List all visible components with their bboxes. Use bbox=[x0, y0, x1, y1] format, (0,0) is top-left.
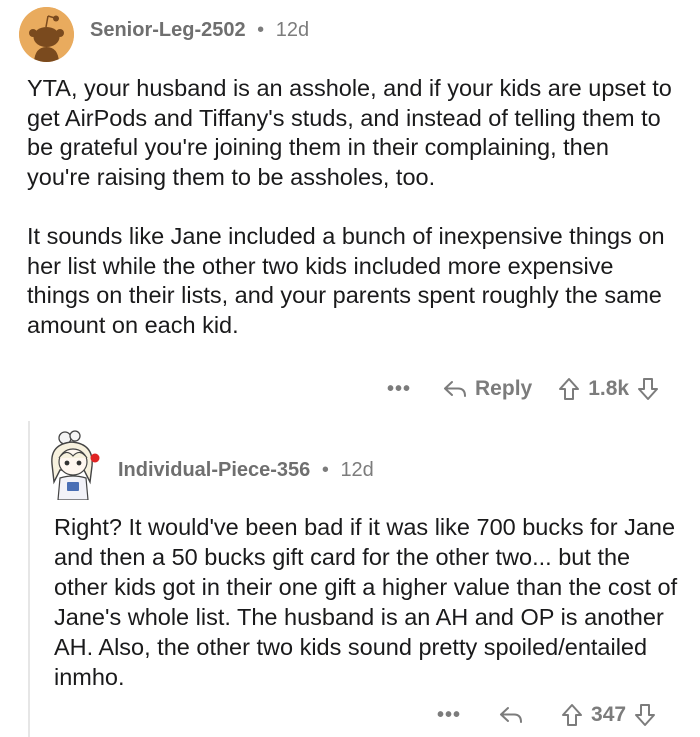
comment-paragraph: It sounds like Jane included a bunch of … bbox=[27, 223, 665, 338]
reply-label: Reply bbox=[475, 377, 533, 400]
vote-controls: 347 bbox=[561, 703, 656, 727]
comment-paragraph: YTA, your husband is an asshole, and if … bbox=[27, 75, 672, 190]
reply-button[interactable] bbox=[499, 705, 531, 725]
comment-actions: ••• 347 bbox=[437, 703, 656, 727]
comment-body: YTA, your husband is an asshole, and if … bbox=[27, 74, 677, 370]
user-avatar[interactable] bbox=[19, 7, 74, 62]
vote-controls: 1.8k bbox=[558, 377, 659, 401]
comment-meta: Senior-Leg-2502 • 12d bbox=[90, 19, 309, 42]
vote-score: 1.8k bbox=[588, 377, 630, 400]
thread-line[interactable] bbox=[28, 421, 30, 737]
comment-body: Right? It would've been bad if it was li… bbox=[54, 512, 684, 692]
snoo-avatar-icon bbox=[19, 7, 74, 62]
anime-character-avatar-icon bbox=[51, 430, 100, 501]
more-options-button[interactable]: ••• bbox=[387, 378, 411, 401]
vote-score: 347 bbox=[591, 703, 627, 726]
reply-arrow-icon bbox=[444, 381, 467, 397]
author-name[interactable]: Individual-Piece-356 bbox=[118, 459, 310, 481]
downvote-icon[interactable] bbox=[634, 703, 656, 727]
comment-age: 12d bbox=[275, 19, 310, 41]
upvote-icon[interactable] bbox=[561, 703, 583, 727]
meta-separator: • bbox=[321, 459, 329, 481]
comment-age: 12d bbox=[340, 459, 374, 481]
author-name[interactable]: Senior-Leg-2502 bbox=[90, 19, 246, 41]
reply-button[interactable]: Reply bbox=[443, 377, 532, 401]
downvote-icon[interactable] bbox=[637, 377, 659, 401]
upvote-icon[interactable] bbox=[558, 377, 580, 401]
comment-actions: ••• Reply 1.8k bbox=[387, 377, 659, 401]
user-avatar[interactable] bbox=[44, 430, 106, 501]
comment-paragraph: Right? It would've been bad if it was li… bbox=[54, 514, 678, 690]
meta-separator: • bbox=[257, 19, 265, 41]
reply-arrow-icon bbox=[500, 707, 523, 723]
comment-meta: Individual-Piece-356 • 12d bbox=[118, 459, 374, 482]
more-options-button[interactable]: ••• bbox=[437, 704, 461, 727]
